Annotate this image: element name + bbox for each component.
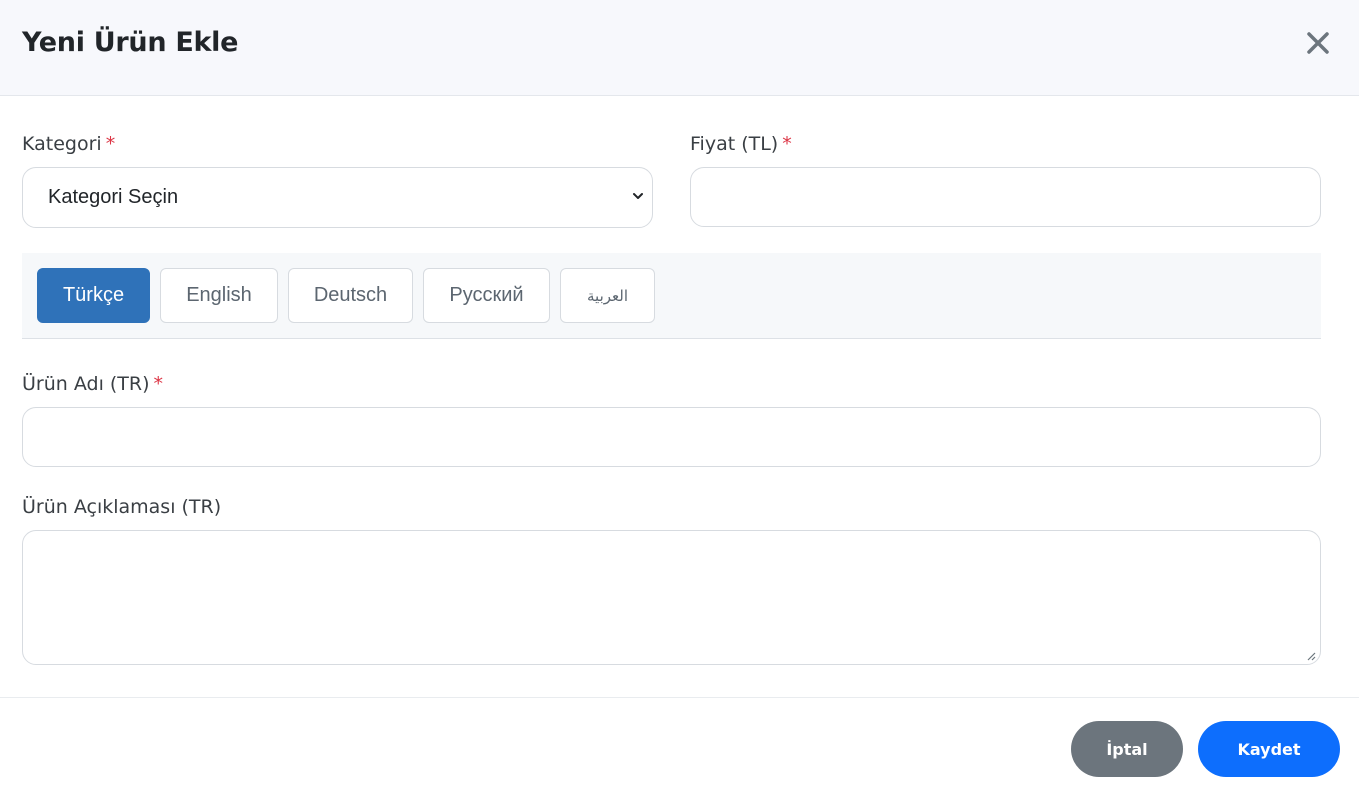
tab-russian[interactable]: Русский <box>423 268 550 323</box>
product-name-input[interactable] <box>22 407 1321 467</box>
modal-header: Yeni Ürün Ekle <box>0 0 1359 96</box>
cancel-button[interactable]: İptal <box>1071 721 1183 777</box>
product-description-label: Ürün Açıklaması (TR) <box>22 496 221 518</box>
category-select[interactable]: Kategori Seçin <box>22 167 653 228</box>
modal-footer: İptal Kaydet <box>0 697 1359 788</box>
category-label-text: Kategori <box>22 133 102 155</box>
tab-turkish[interactable]: Türkçe <box>37 268 150 323</box>
resize-handle-icon[interactable] <box>1306 651 1316 661</box>
tab-arabic[interactable]: العربية <box>560 268 655 323</box>
chevron-down-icon <box>633 193 643 199</box>
close-button[interactable] <box>1302 27 1334 59</box>
category-label: Kategori * <box>22 133 115 155</box>
product-name-label-text: Ürün Adı (TR) <box>22 373 150 395</box>
language-tabs: Türkçe English Deutsch Русский العربية <box>22 253 1321 339</box>
required-mark: * <box>782 133 792 155</box>
required-mark: * <box>153 373 164 395</box>
required-mark: * <box>105 133 116 155</box>
price-label: Fiyat (TL) * <box>690 133 792 155</box>
product-description-label-text: Ürün Açıklaması (TR) <box>22 496 222 518</box>
save-button[interactable]: Kaydet <box>1198 721 1340 777</box>
modal-title: Yeni Ürün Ekle <box>22 27 239 58</box>
close-icon <box>1307 32 1329 54</box>
product-name-label: Ürün Adı (TR) * <box>22 373 163 395</box>
tab-english[interactable]: English <box>160 268 278 323</box>
price-input[interactable] <box>690 167 1321 227</box>
tab-german[interactable]: Deutsch <box>288 268 413 323</box>
category-selected-value: Kategori Seçin <box>48 186 179 208</box>
price-label-text: Fiyat (TL) <box>690 133 779 155</box>
product-description-textarea[interactable] <box>22 530 1321 665</box>
